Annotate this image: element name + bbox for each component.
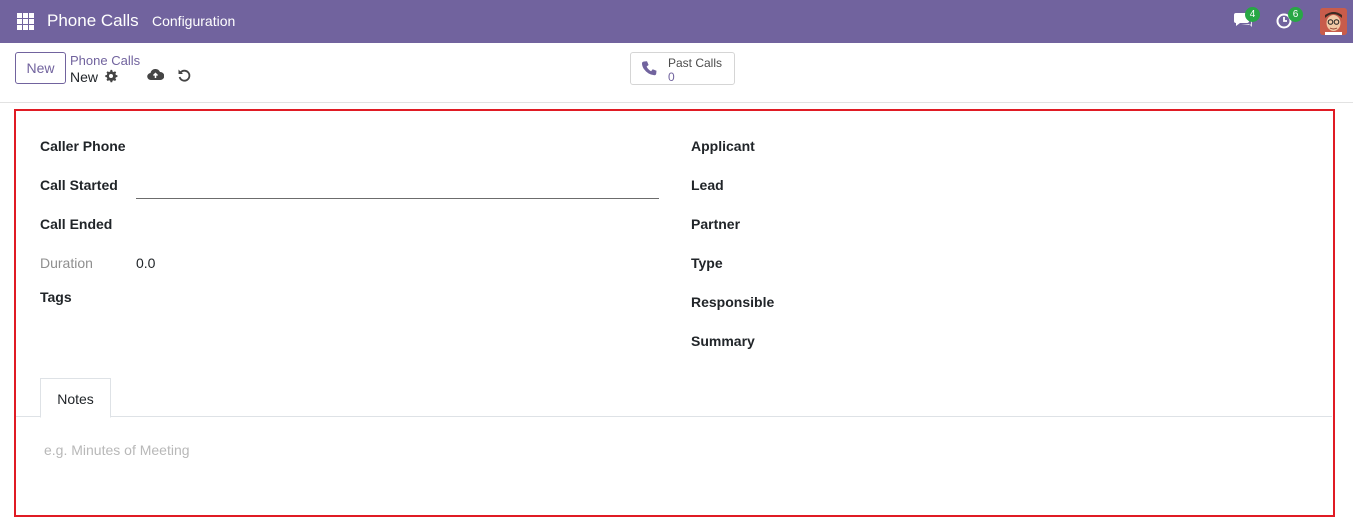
user-avatar[interactable] (1320, 8, 1347, 35)
gear-icon[interactable] (104, 69, 118, 83)
control-panel: New Phone Calls New Past Calls 0 (0, 43, 1353, 103)
caller-phone-label: Caller Phone (40, 138, 126, 154)
save-cloud-icon[interactable] (147, 68, 165, 83)
past-calls-label: Past Calls (668, 56, 723, 70)
phone-icon (641, 60, 659, 78)
duration-label: Duration (40, 255, 93, 271)
applicant-label: Applicant (691, 138, 755, 154)
breadcrumb-current: New (70, 69, 99, 85)
activity-clock-icon[interactable]: 6 (1276, 7, 1303, 31)
notes-textarea[interactable]: e.g. Minutes of Meeting (44, 442, 190, 458)
past-calls-button[interactable]: Past Calls 0 (630, 52, 735, 85)
call-started-input[interactable] (136, 198, 659, 199)
summary-label: Summary (691, 333, 755, 349)
partner-label: Partner (691, 216, 741, 232)
duration-value: 0.0 (136, 255, 156, 271)
activity-count-badge: 6 (1288, 7, 1303, 22)
breadcrumb-parent[interactable]: Phone Calls (70, 53, 140, 68)
call-ended-label: Call Ended (40, 216, 113, 232)
app-name[interactable]: Phone Calls (47, 11, 139, 31)
new-button[interactable]: New (15, 52, 66, 84)
type-label: Type (691, 255, 723, 271)
top-navbar: Phone Calls Configuration 4 6 (0, 0, 1353, 43)
chat-count-badge: 4 (1245, 7, 1260, 22)
tab-notes[interactable]: Notes (40, 378, 111, 418)
apps-grid-icon[interactable] (17, 13, 34, 30)
menu-configuration[interactable]: Configuration (152, 13, 235, 29)
chat-icon[interactable]: 4 (1233, 7, 1260, 31)
past-calls-count: 0 (668, 70, 675, 84)
lead-label: Lead (691, 177, 724, 193)
discard-undo-icon[interactable] (177, 68, 192, 83)
form-sheet-highlight (14, 109, 1335, 517)
tags-label: Tags (40, 289, 72, 305)
call-started-label: Call Started (40, 177, 118, 193)
tabs-divider (16, 416, 1332, 417)
responsible-label: Responsible (691, 294, 775, 310)
